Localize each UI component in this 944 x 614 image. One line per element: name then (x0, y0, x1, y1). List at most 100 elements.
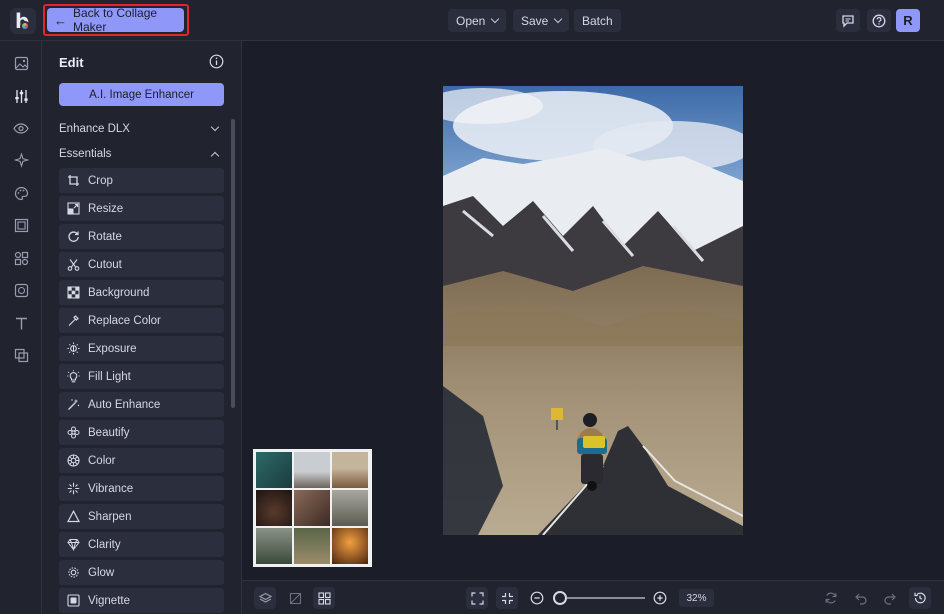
tool-cutout[interactable]: Cutout (59, 252, 224, 277)
collage-thumbnails (253, 449, 372, 567)
tool-label: Beautify (88, 426, 130, 439)
section-enhance-dlx[interactable]: Enhance DLX (59, 122, 221, 135)
user-avatar[interactable]: R (896, 9, 920, 32)
tool-color[interactable]: Color (59, 448, 224, 473)
rail-graphics[interactable] (10, 247, 32, 269)
actual-size-button[interactable] (496, 587, 518, 609)
help-button[interactable] (867, 9, 891, 32)
sparkle-icon (13, 152, 29, 168)
tool-background[interactable]: Background (59, 280, 224, 305)
back-button-label: Back to Collage Maker (73, 6, 158, 34)
thumbnail[interactable] (256, 528, 292, 564)
open-button[interactable]: Open (448, 9, 507, 32)
rail-text[interactable] (10, 312, 32, 334)
sharpen-icon (67, 510, 80, 523)
layers-button[interactable] (254, 587, 276, 609)
batch-label: Batch (582, 13, 613, 28)
rail-edit[interactable] (10, 85, 32, 107)
compare-button[interactable] (284, 587, 306, 609)
thumbnail[interactable] (294, 528, 330, 564)
tool-fill-light[interactable]: Fill Light (59, 364, 224, 389)
batch-button[interactable]: Batch (574, 9, 621, 32)
section-label: Essentials (59, 148, 112, 160)
fit-to-screen-button[interactable] (466, 587, 488, 609)
open-label: Open (456, 13, 486, 28)
rail-frames[interactable] (10, 214, 32, 236)
thumbnail[interactable] (256, 490, 292, 526)
thumbnail[interactable] (332, 528, 368, 564)
tool-rotate[interactable]: Rotate (59, 224, 224, 249)
reset-button[interactable] (820, 587, 842, 609)
layers-icon (258, 592, 272, 603)
history-icon (914, 592, 926, 604)
rail-textures[interactable] (10, 279, 32, 301)
tool-clarity[interactable]: Clarity (59, 532, 224, 557)
section-essentials[interactable]: Essentials (59, 148, 221, 160)
back-to-collage-maker-button[interactable]: ← Back to Collage Maker (47, 6, 184, 34)
rail-ai-effects[interactable] (10, 149, 32, 171)
save-button[interactable]: Save (513, 9, 570, 32)
refresh-icon (825, 592, 837, 604)
tool-label: Vignette (88, 594, 130, 607)
history-button[interactable] (909, 587, 931, 609)
image-icon (14, 56, 28, 70)
thumbnail[interactable] (294, 452, 330, 488)
ai-image-enhancer-button[interactable]: A.I. Image Enhancer (59, 83, 224, 106)
tool-vibrance[interactable]: Vibrance (59, 476, 224, 501)
zoom-value: 32% (686, 592, 707, 604)
tool-auto-enhance[interactable]: Auto Enhance (59, 392, 224, 417)
chevron-down-icon (210, 122, 220, 132)
vibrance-icon (67, 482, 80, 495)
zoom-slider-handle[interactable] (553, 591, 567, 605)
tool-label: Background (88, 286, 150, 299)
grid-button[interactable] (313, 587, 335, 609)
comment-icon (842, 14, 854, 28)
save-label: Save (521, 13, 549, 28)
mountain-road-photo (443, 86, 743, 535)
rail-effects[interactable] (10, 182, 32, 204)
thumbnail[interactable] (332, 452, 368, 488)
zoom-percentage[interactable]: 32% (679, 589, 714, 607)
chevron-down-icon (554, 14, 563, 23)
zoom-in-button[interactable] (649, 587, 671, 609)
zoom-out-button[interactable] (526, 587, 548, 609)
tool-exposure[interactable]: Exposure (59, 336, 224, 361)
tool-label: Fill Light (88, 370, 131, 383)
text-icon (15, 317, 27, 329)
top-bar: b ← Back to Collage Maker Open Save Batc… (0, 0, 944, 41)
tool-resize[interactable]: Resize (59, 196, 224, 221)
redo-button[interactable] (879, 587, 901, 609)
tool-label: Rotate (88, 230, 122, 243)
app-logo[interactable]: b (10, 8, 36, 34)
tool-replace-color[interactable]: Replace Color (59, 308, 224, 333)
rail-image[interactable] (10, 52, 32, 74)
sliders-icon (14, 89, 28, 103)
undo-button[interactable] (850, 587, 872, 609)
zoom-out-icon (530, 591, 544, 605)
rail-preview[interactable] (10, 117, 32, 139)
tool-glow[interactable]: Glow (59, 560, 224, 585)
tool-label: Vibrance (88, 482, 134, 495)
canvas-image[interactable] (443, 86, 743, 535)
tool-label: Sharpen (88, 510, 132, 523)
ai-button-label: A.I. Image Enhancer (89, 88, 194, 101)
tool-label: Clarity (88, 538, 121, 551)
tool-label: Replace Color (88, 314, 161, 327)
thumbnail[interactable] (332, 490, 368, 526)
thumbnail[interactable] (256, 452, 292, 488)
panel-scrollbar[interactable] (231, 119, 235, 408)
tool-label: Auto Enhance (88, 398, 161, 411)
comment-button[interactable] (836, 9, 860, 32)
rail-overlays[interactable] (10, 344, 32, 366)
collapse-icon (501, 592, 513, 604)
tool-vignette[interactable]: Vignette (59, 588, 224, 613)
tool-crop[interactable]: Crop (59, 168, 224, 193)
expand-icon (470, 591, 484, 605)
thumbnail[interactable] (294, 490, 330, 526)
tool-beautify[interactable]: Beautify (59, 420, 224, 445)
avatar-initial: R (903, 13, 913, 28)
info-icon[interactable] (209, 54, 224, 69)
frame-icon (14, 218, 28, 232)
cutout-icon (67, 258, 80, 271)
tool-sharpen[interactable]: Sharpen (59, 504, 224, 529)
